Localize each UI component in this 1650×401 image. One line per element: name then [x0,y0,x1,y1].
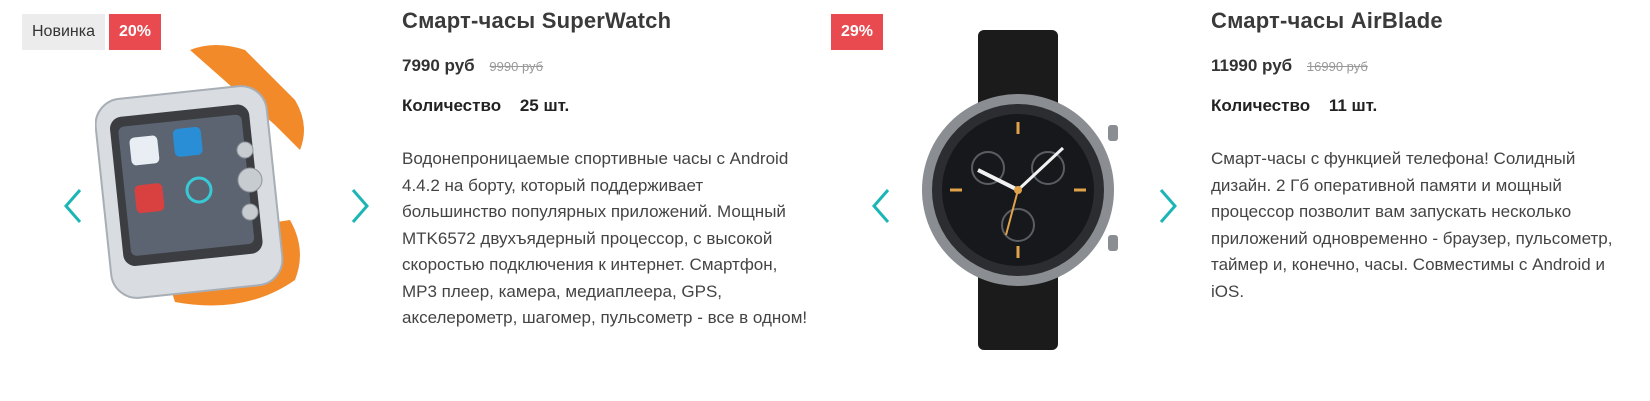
price: 7990 руб [402,56,475,75]
product-description: Смарт-часы с функцией телефона! Солидный… [1211,149,1613,301]
product-title[interactable]: Смарт-часы AirBlade [1211,8,1621,34]
product-card-superwatch: Новинка 20% Смарт-часы SuperWatch 7990 р… [0,0,825,401]
old-price: 9990 руб [489,59,544,74]
badge-new: Новинка [22,14,105,50]
chevron-right-icon [1159,189,1177,223]
product-details: Смарт-часы AirBlade 11990 руб 16990 руб … [1211,8,1621,305]
price-row: 11990 руб 16990 руб [1211,56,1621,76]
price: 11990 руб [1211,56,1293,75]
orange-smartwatch-image[interactable] [95,40,315,330]
chevron-left-icon [872,189,890,223]
quantity-value: 25 шт. [519,96,570,115]
quantity-label: Количество [402,96,502,115]
chevron-right-icon [351,189,369,223]
quantity-row: Количество 25 шт. [402,96,812,116]
price-row: 7990 руб 9990 руб [402,56,812,76]
product-title[interactable]: Смарт-часы SuperWatch [402,8,812,34]
carousel-next-button[interactable] [1153,186,1181,226]
carousel-next-button[interactable] [345,186,373,226]
black-leather-smartwatch-image[interactable] [918,30,1118,350]
quantity-label: Количество [1211,96,1311,115]
quantity-row: Количество 11 шт. [1211,96,1621,116]
carousel-prev-button[interactable] [60,186,88,226]
badge-discount: 29% [831,14,884,50]
product-description: Водонепроницаемые спортивные часы с Andr… [402,149,808,327]
chevron-left-icon [64,189,82,223]
product-details: Смарт-часы SuperWatch 7990 руб 9990 руб … [402,8,812,332]
carousel-prev-button[interactable] [868,186,896,226]
quantity-value: 11 шт. [1328,96,1378,115]
old-price: 16990 руб [1306,59,1368,74]
product-card-airblade: 29% Смарт-часы AirBlade 11990 руб 16990 … [831,0,1650,401]
